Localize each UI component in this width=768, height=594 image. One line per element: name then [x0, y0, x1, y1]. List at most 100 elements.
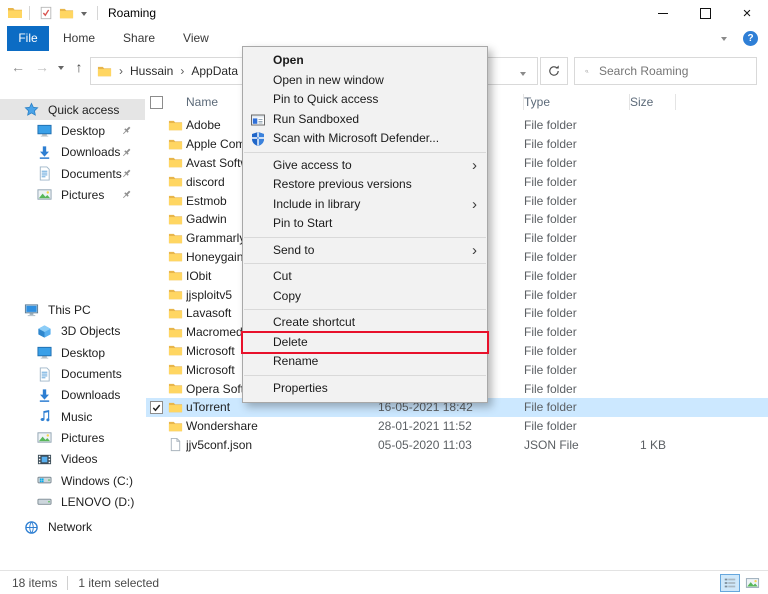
breadcrumb-label[interactable]: Hussain: [130, 64, 173, 78]
document-icon: [37, 367, 52, 382]
video-icon: [37, 452, 52, 467]
context-menu-item[interactable]: Copy: [243, 287, 487, 307]
pin-icon: [121, 147, 132, 158]
divider: [67, 576, 68, 590]
sidebar-item[interactable]: LENOVO (D:): [0, 491, 145, 512]
file-type: File folder: [524, 363, 630, 377]
search-icon: [585, 65, 589, 78]
sidebar-item[interactable]: Documents: [0, 363, 145, 384]
file-type: File folder: [524, 194, 630, 208]
sidebar-item[interactable]: 3D Objects: [0, 321, 145, 342]
sidebar-item-quick-access[interactable]: Quick access: [0, 99, 145, 120]
sidebar-item[interactable]: Desktop: [0, 342, 145, 363]
file-type: JSON File: [524, 438, 630, 452]
sidebar-item[interactable]: Videos: [0, 449, 145, 470]
minimize-button[interactable]: [642, 0, 684, 26]
file-type: File folder: [524, 231, 630, 245]
menu-separator: [244, 152, 486, 153]
document-icon: [37, 166, 52, 181]
ribbon-tab[interactable]: View: [169, 26, 223, 51]
context-menu: Open Open in new window Pin to Quick acc…: [242, 46, 488, 403]
properties-check-icon: [39, 6, 53, 20]
file-date-modified: 28-01-2021 11:52: [378, 419, 524, 433]
folder-icon: [168, 343, 183, 358]
maximize-button[interactable]: [684, 0, 726, 26]
sidebar-item[interactable]: Desktop: [0, 120, 145, 141]
pin-icon: [121, 168, 132, 179]
sidebar-item[interactable]: Documents: [0, 163, 145, 184]
qat-properties-button[interactable]: [39, 6, 53, 20]
context-menu-item[interactable]: Scan with Microsoft Defender...: [243, 129, 487, 149]
column-header-size[interactable]: Size: [630, 94, 676, 110]
expand-ribbon-chevron-icon[interactable]: [721, 37, 727, 44]
context-menu-item[interactable]: Restore previous versions: [243, 175, 487, 195]
folder-icon: [168, 325, 183, 340]
sidebar-item[interactable]: Pictures: [0, 184, 145, 205]
sidebar-item[interactable]: Downloads: [0, 385, 145, 406]
qat-new-folder-button[interactable]: [59, 6, 74, 21]
monitor-icon: [37, 345, 52, 360]
sidebar-item-network[interactable]: Network: [0, 516, 145, 537]
sidebar-item-this-pc[interactable]: This PC: [0, 299, 145, 320]
ribbon-tab[interactable]: File: [7, 26, 49, 51]
details-view-icon: [723, 576, 737, 590]
sidebar-item[interactable]: Pictures: [0, 427, 145, 448]
close-button[interactable]: ×: [726, 0, 768, 26]
back-button[interactable]: ←: [6, 59, 30, 75]
qat-customize-chevron-icon[interactable]: [81, 12, 87, 19]
table-row[interactable]: Wondershare 28-01-2021 11:52 File folder: [146, 417, 768, 436]
recent-locations-chevron-icon[interactable]: [58, 66, 64, 73]
column-header-type[interactable]: Type: [524, 94, 630, 110]
context-menu-item[interactable]: Send to ›: [243, 241, 487, 261]
menu-item-label: Run Sandboxed: [273, 112, 359, 126]
breadcrumb-item[interactable]: Hussain ›: [130, 64, 191, 78]
context-menu-item[interactable]: Pin to Start: [243, 214, 487, 234]
thumbnails-view-button[interactable]: [742, 574, 762, 592]
folder-icon: [168, 118, 183, 133]
context-menu-item[interactable]: Delete: [243, 333, 487, 353]
item-count: 18 items: [12, 576, 57, 590]
forward-button[interactable]: →: [30, 59, 54, 75]
file-type: File folder: [524, 325, 630, 339]
context-menu-item[interactable]: Properties: [243, 379, 487, 399]
download-icon: [37, 145, 52, 160]
refresh-button[interactable]: [540, 57, 568, 85]
up-button[interactable]: ↑: [68, 59, 90, 75]
sidebar-item-label: Downloads: [61, 145, 120, 159]
table-row[interactable]: jjv5conf.json 05-05-2020 11:03 JSON File…: [146, 436, 768, 455]
file-type: File folder: [524, 212, 630, 226]
sidebar-item[interactable]: Downloads: [0, 142, 145, 163]
menu-item-label: Give access to: [273, 158, 352, 172]
context-menu-item[interactable]: Include in library ›: [243, 195, 487, 215]
context-menu-item[interactable]: Create shortcut: [243, 313, 487, 333]
context-menu-item[interactable]: Pin to Quick access: [243, 90, 487, 110]
row-checkbox[interactable]: [150, 401, 163, 414]
navigation-pane: Quick access Desktop Downloads Documents…: [0, 89, 145, 570]
context-menu-item[interactable]: Open in new window: [243, 71, 487, 91]
help-button[interactable]: ?: [743, 31, 758, 46]
app-folder-icon: [7, 5, 23, 21]
ribbon-tab[interactable]: Home: [49, 26, 109, 51]
select-all-checkbox[interactable]: [150, 96, 163, 109]
breadcrumb: Hussain › AppData ›: [130, 64, 256, 78]
ribbon-tab[interactable]: Share: [109, 26, 169, 51]
menu-item-label: Open: [273, 53, 304, 67]
divider: [97, 6, 98, 20]
context-menu-item[interactable]: Give access to ›: [243, 156, 487, 176]
context-menu-item[interactable]: Open: [243, 51, 487, 71]
context-menu-item[interactable]: Cut: [243, 267, 487, 287]
address-dropdown-chevron-icon[interactable]: [520, 72, 526, 79]
breadcrumb-separator: ›: [180, 64, 184, 78]
context-menu-item[interactable]: Run Sandboxed: [243, 110, 487, 130]
sidebar-item[interactable]: Music: [0, 406, 145, 427]
network-icon: [24, 520, 39, 535]
search-box[interactable]: [574, 57, 757, 85]
details-view-button[interactable]: [720, 574, 740, 592]
sidebar-item[interactable]: Windows (C:): [0, 470, 145, 491]
breadcrumb-label[interactable]: AppData: [191, 64, 238, 78]
context-menu-item[interactable]: Rename: [243, 352, 487, 372]
search-input[interactable]: [597, 63, 756, 79]
menu-item-label: Cut: [273, 269, 292, 283]
menu-item-label: Open in new window: [273, 73, 384, 87]
explorer-window: Roaming × FileHomeShareView ? ← → ↑ › Hu…: [0, 0, 768, 594]
